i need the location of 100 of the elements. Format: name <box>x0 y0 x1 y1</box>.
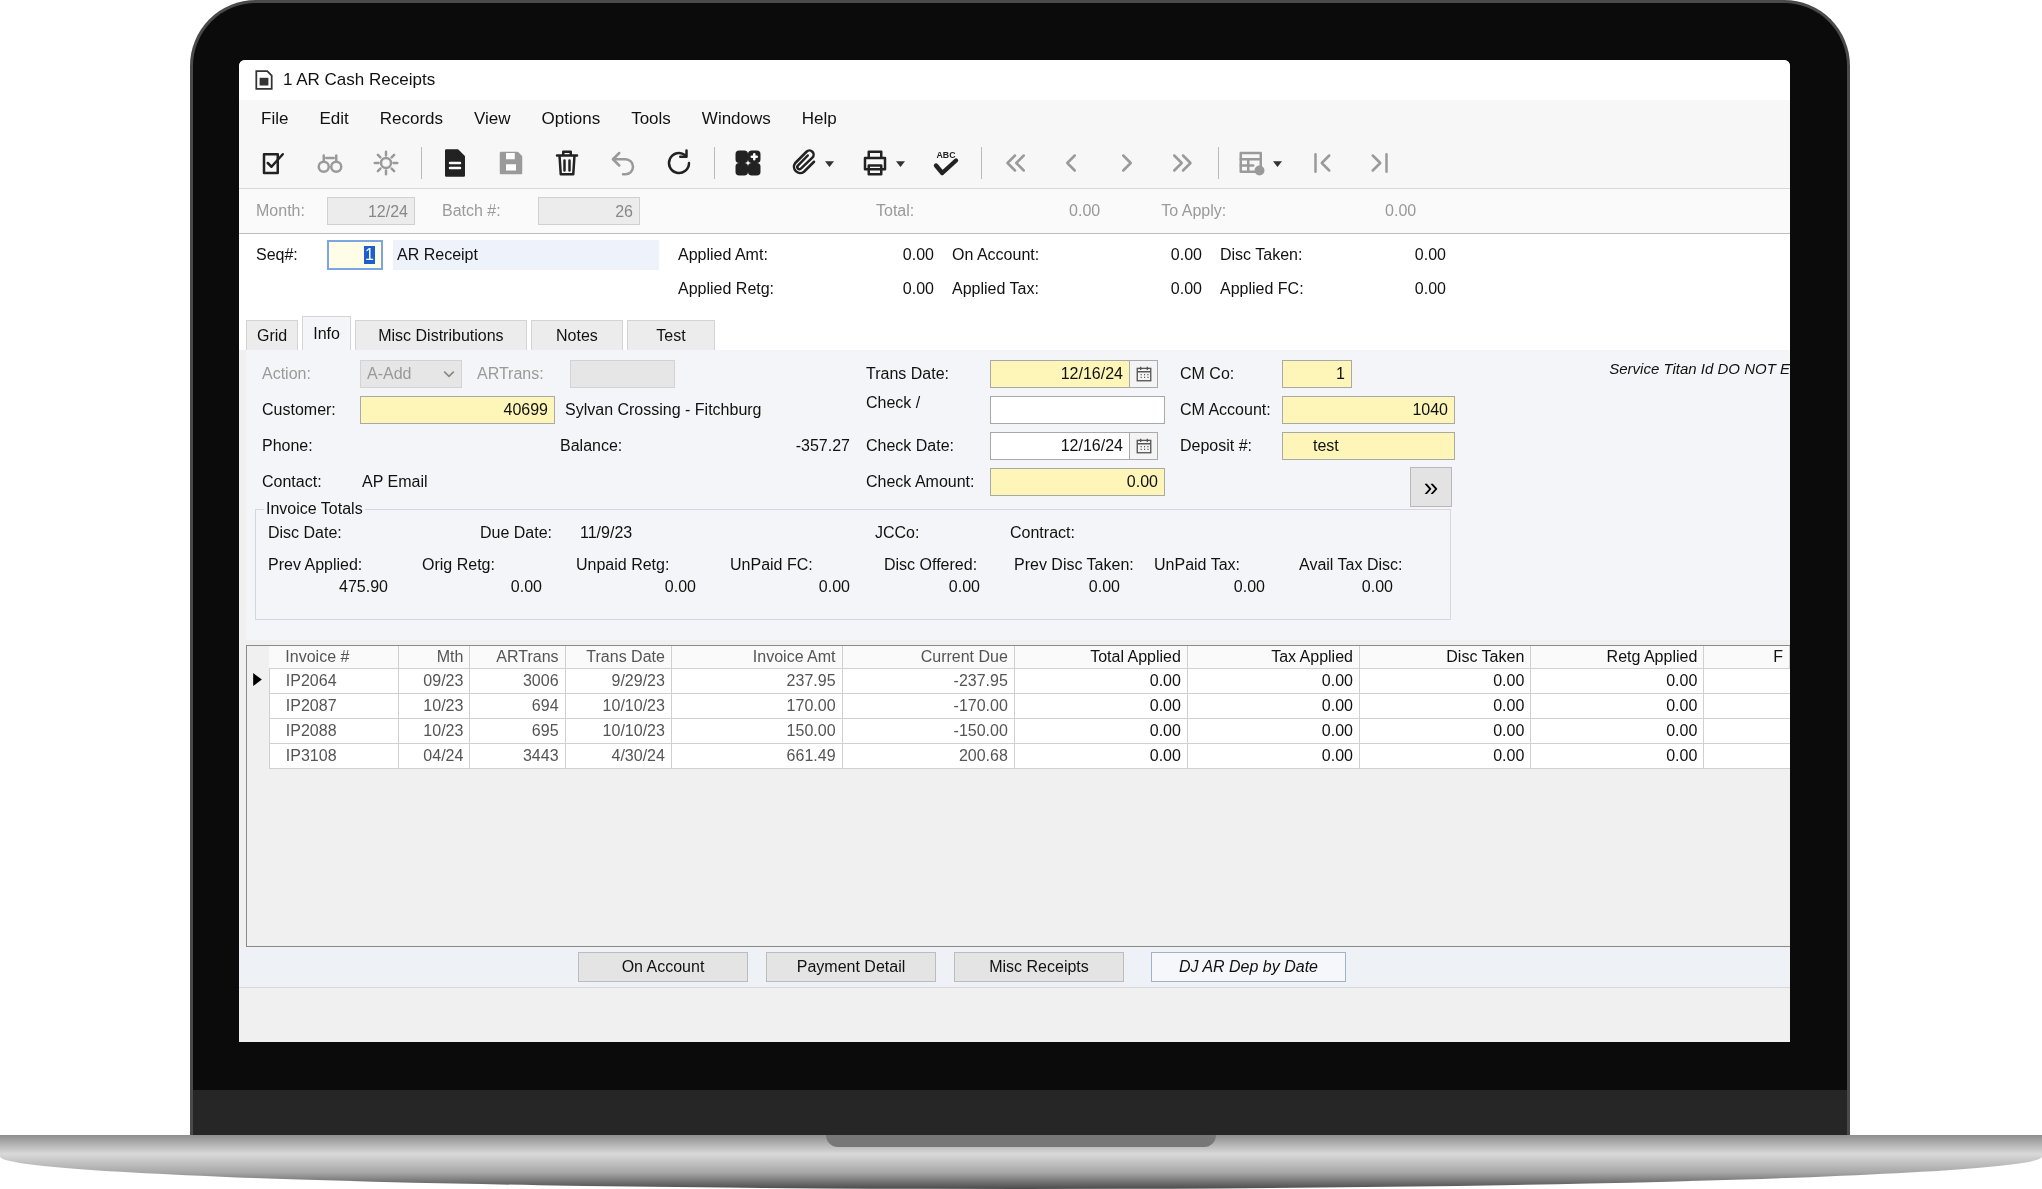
batch-label: Batch #: <box>442 202 502 220</box>
amount-label: Applied Tax: <box>952 280 1039 298</box>
group-title: Invoice Totals <box>265 500 364 518</box>
toolbar-button[interactable]: ABC <box>925 144 967 182</box>
menu-item[interactable]: File <box>261 109 289 129</box>
column-header[interactable]: Invoice Amt <box>671 646 843 669</box>
tab[interactable]: Grid <box>246 320 299 350</box>
amount-label: Applied FC: <box>1220 280 1304 298</box>
amount-value: 0.00 <box>1170 246 1202 264</box>
table-cell: 09/23 <box>398 668 470 694</box>
trans-date-field[interactable]: 12/16/24 <box>990 360 1130 388</box>
action-button[interactable]: On Account <box>578 952 748 982</box>
table-cell: -170.00 <box>842 693 1015 719</box>
table-cell: 0.00 <box>1530 693 1704 719</box>
calendar-button[interactable] <box>1130 360 1158 388</box>
table-cell: 0.00 <box>1187 743 1360 769</box>
total-label: Unpaid Retg: <box>576 556 671 574</box>
column-header[interactable]: Tax Applied <box>1187 646 1360 669</box>
table-cell: 0.00 <box>1014 668 1188 694</box>
menu-item[interactable]: Edit <box>319 109 349 129</box>
amount-label: Disc Taken: <box>1220 246 1303 264</box>
action-button[interactable]: Payment Detail <box>766 952 936 982</box>
check-amount-field[interactable]: 0.00 <box>990 468 1165 496</box>
table-cell: 150.00 <box>671 718 843 744</box>
contact-label: Contact: <box>262 473 323 491</box>
table-cell: 0.00 <box>1187 668 1360 694</box>
amount-value: 0.00 <box>902 280 934 298</box>
tab[interactable]: Info <box>302 316 351 350</box>
more-button[interactable]: » <box>1410 467 1452 507</box>
amount-value: 0.00 <box>1414 280 1446 298</box>
due-date-value: 11/9/23 <box>580 524 634 542</box>
tab[interactable]: Notes <box>530 320 623 350</box>
column-header[interactable]: Current Due <box>842 646 1015 669</box>
menu-item[interactable]: Tools <box>631 109 671 129</box>
total-value: 0.00 <box>1360 578 1394 596</box>
total-value: 0.00 <box>947 578 981 596</box>
column-header[interactable]: Retg Applied <box>1530 646 1704 669</box>
cm-co-label: CM Co: <box>1180 365 1236 383</box>
menu-item[interactable]: Help <box>801 109 837 129</box>
window-title: 1 AR Cash Receipts <box>283 70 436 90</box>
gear-icon <box>371 148 401 178</box>
action-button[interactable]: Misc Receipts <box>954 952 1124 982</box>
column-header[interactable]: F <box>1703 646 1790 669</box>
customer-field[interactable]: 40699 <box>360 396 555 424</box>
customer-label: Customer: <box>262 401 337 419</box>
calendar-icon <box>1134 365 1153 383</box>
deposit-field[interactable]: test <box>1282 432 1455 460</box>
cm-co-field[interactable]: 1 <box>1282 360 1352 388</box>
check-date-field[interactable]: 12/16/24 <box>990 432 1130 460</box>
total-label: Disc Offered: <box>884 556 979 574</box>
column-header[interactable]: Total Applied <box>1014 646 1188 669</box>
tab[interactable]: Misc Distributions <box>354 320 527 350</box>
table-cell: 0.00 <box>1359 743 1531 769</box>
customer-name: Sylvan Crossing - Fitchburg <box>565 401 762 419</box>
column-header[interactable]: ARTrans <box>469 646 566 669</box>
cm-account-label: CM Account: <box>1180 401 1272 419</box>
menu-item[interactable]: Windows <box>701 109 771 129</box>
calendar-button[interactable] <box>1130 432 1158 460</box>
total-value: 0.00 <box>817 578 851 596</box>
table-cell: 0.00 <box>1359 718 1531 744</box>
menu-item[interactable]: Records <box>379 109 443 129</box>
table-cell: 0.00 <box>1014 718 1188 744</box>
total-label: UnPaid FC: <box>730 556 814 574</box>
column-header[interactable]: Trans Date <box>565 646 672 669</box>
caret-icon <box>825 158 834 168</box>
phone-label: Phone: <box>262 437 314 455</box>
artrans-label: ARTrans: <box>477 365 545 383</box>
balance-label: Balance: <box>560 437 624 455</box>
cm-account-field[interactable]: 1040 <box>1282 396 1455 424</box>
action-button[interactable]: DJ AR Dep by Date <box>1151 952 1346 982</box>
current-row-icon <box>253 673 263 686</box>
menu-item[interactable]: View <box>474 109 511 129</box>
table-cell: 4/30/24 <box>565 743 672 769</box>
table-cell: 237.95 <box>671 668 843 694</box>
column-header[interactable]: Invoice # <box>269 646 399 669</box>
column-header[interactable]: Disc Taken <box>1359 646 1531 669</box>
note-text: Service Titan Id DO NOT E <box>1609 359 1790 379</box>
table-cell: IP2087 <box>269 693 399 719</box>
table-cell: 0.00 <box>1187 718 1360 744</box>
table-cell: 3006 <box>469 668 566 694</box>
table-cell: 3443 <box>469 743 566 769</box>
receipt-type: AR Receipt <box>393 240 659 270</box>
amount-label: Applied Amt: <box>678 246 768 264</box>
menu-item[interactable]: Options <box>541 109 601 129</box>
calendar-icon <box>1134 437 1153 455</box>
seq-label: Seq#: <box>256 246 299 264</box>
check-field[interactable] <box>990 396 1165 424</box>
table-cell: 0.00 <box>1014 743 1188 769</box>
total-value: 475.90 <box>338 578 389 596</box>
to-apply-value: 0.00 <box>1384 202 1417 220</box>
table-cell: 0.00 <box>1530 718 1704 744</box>
table-cell: 695 <box>469 718 566 744</box>
total-value: 0.00 <box>663 578 697 596</box>
table-cell: IP3108 <box>269 743 399 769</box>
tab[interactable]: Test <box>626 320 715 350</box>
table-cell: 170.00 <box>671 693 843 719</box>
total-value: 0.00 <box>1068 202 1101 220</box>
seq-field[interactable]: 1 <box>327 240 383 270</box>
column-header[interactable]: Mth <box>398 646 470 669</box>
caret-icon <box>1273 158 1282 168</box>
